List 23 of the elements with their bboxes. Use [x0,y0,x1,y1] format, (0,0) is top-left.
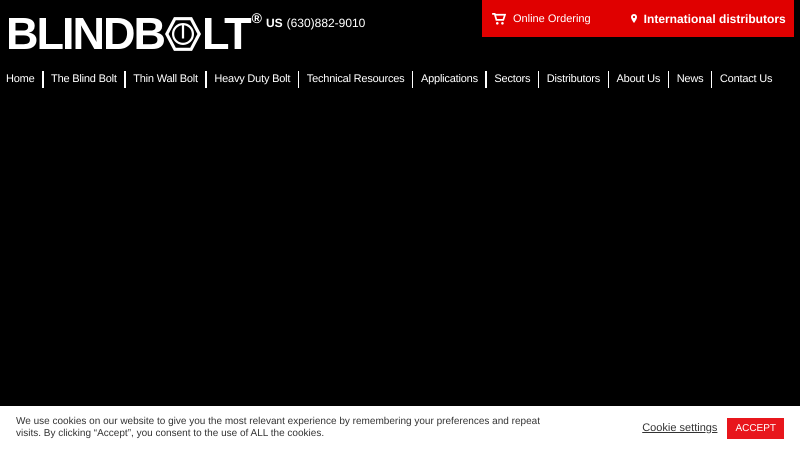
cart-icon [492,12,506,24]
phone-link[interactable]: (630)882-9010 [286,16,366,30]
nav-link[interactable]: The Blind Bolt [44,73,124,85]
nav-link[interactable]: Contact Us [712,73,780,85]
country-code: US [266,16,283,30]
map-pin-icon [630,14,637,23]
hex-bolt-icon [164,16,201,52]
nav-link[interactable]: Technical Resources [299,73,412,85]
nav-link[interactable]: Distributors [539,73,608,85]
cookie-message: We use cookies on our website to give you the most relevant experience by remembering your preferences and repeat visits. By clicking “Accept”, you consent to the use of ALL the cookies. [16,416,541,440]
accept-button[interactable]: ACCEPT [727,418,784,438]
nav-link[interactable]: Heavy Duty Bolt [206,73,298,85]
logo-text: LT [202,14,250,54]
cookie-settings-link[interactable]: Cookie settings [642,422,718,434]
nav-link[interactable]: News [669,73,711,85]
top-link[interactable]: International distributors [630,12,786,26]
logo-text: BLINDB [6,14,164,54]
nav-link[interactable]: Applications [413,73,486,85]
nav-link[interactable]: Thin Wall Bolt [126,73,206,85]
nav-link[interactable]: Home [6,73,42,85]
nav-link[interactable]: Sectors [486,73,538,85]
top-link[interactable]: Online Ordering [492,12,591,24]
nav-link[interactable]: About Us [609,73,668,85]
